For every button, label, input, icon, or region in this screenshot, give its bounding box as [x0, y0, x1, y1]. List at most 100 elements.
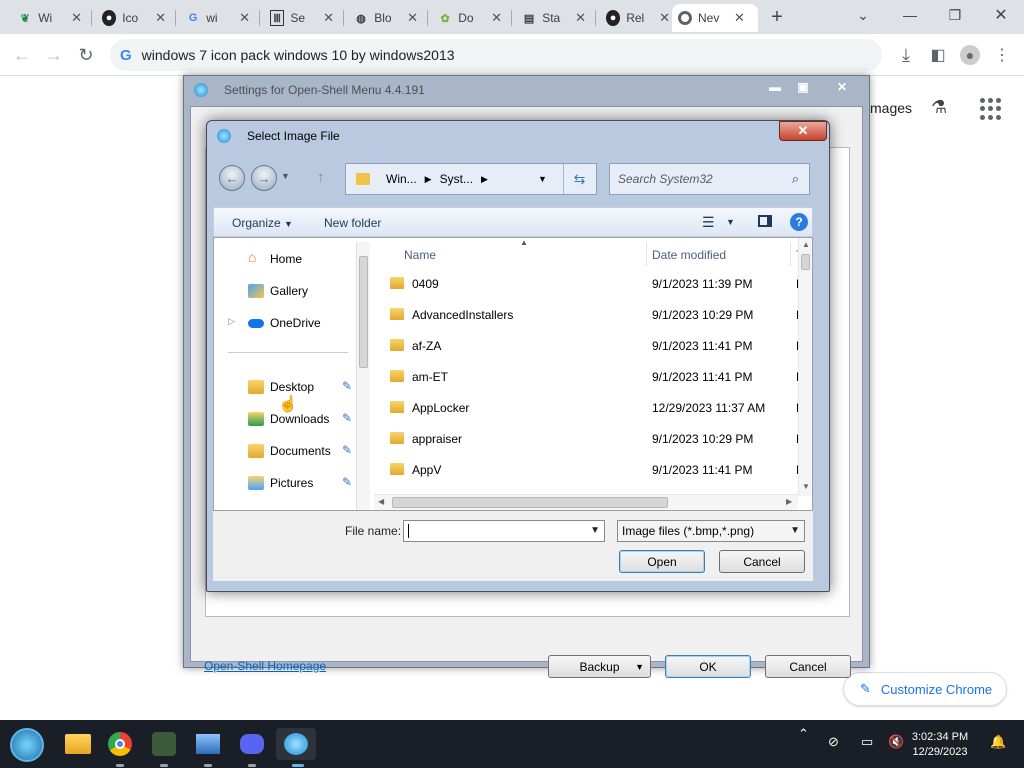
close-icon[interactable]: ✕: [71, 10, 82, 26]
browser-tab[interactable]: Gwi ✕: [180, 4, 256, 32]
browser-tab[interactable]: ❦ Wi ✕: [12, 4, 88, 32]
forward-icon[interactable]: →: [251, 165, 277, 191]
tray-chevron-up-icon[interactable]: ⌃: [798, 726, 809, 742]
open-shell-homepage-link[interactable]: Open-Shell Homepage: [204, 659, 326, 673]
menu-icon[interactable]: ⋮: [990, 43, 1014, 67]
minimize-icon[interactable]: —: [895, 2, 925, 28]
list-item[interactable]: am-ET9/1/2023 11:41 PMFil: [374, 361, 809, 392]
start-button-icon[interactable]: [10, 728, 44, 762]
close-icon[interactable]: ✕: [659, 10, 670, 26]
browser-tab[interactable]: ● Rel ✕: [600, 4, 676, 32]
breadcrumb-system32[interactable]: Syst...: [440, 172, 473, 186]
open-shell-taskbar-icon[interactable]: [276, 728, 316, 760]
window-close-icon[interactable]: ✕: [986, 2, 1016, 28]
close-icon[interactable]: ✕: [575, 10, 586, 26]
browser-tab[interactable]: Ⅲ Se ✕: [264, 4, 340, 32]
close-icon[interactable]: ✕: [491, 10, 502, 26]
view-list-icon[interactable]: ☰: [702, 214, 715, 231]
network-icon[interactable]: ⊘: [828, 734, 839, 750]
close-icon[interactable]: ✕: [323, 10, 334, 26]
settings-minimize-icon[interactable]: ▬: [762, 78, 788, 96]
file-vertical-scrollbar[interactable]: ▲ ▼: [798, 238, 812, 496]
display-icon[interactable]: ▭: [861, 734, 873, 750]
backup-button[interactable]: Backup ▼: [548, 655, 651, 678]
address-bar[interactable]: G windows 7 icon pack windows 10 by wind…: [110, 39, 882, 71]
scroll-thumb[interactable]: [359, 256, 368, 368]
notification-bell-icon[interactable]: 🔔: [990, 734, 1006, 750]
close-icon[interactable]: ✕: [155, 10, 166, 26]
scroll-up-icon[interactable]: ▲: [802, 240, 810, 249]
close-icon[interactable]: ✕: [734, 10, 745, 26]
close-icon[interactable]: ✕: [239, 10, 250, 26]
customize-chrome-button[interactable]: ✎ Customize Chrome: [843, 672, 1007, 706]
apps-grid-icon[interactable]: [980, 98, 1002, 120]
scroll-left-icon[interactable]: ◀: [378, 497, 384, 506]
tab-search-icon[interactable]: ⌄: [848, 2, 878, 28]
scroll-thumb[interactable]: [801, 254, 810, 270]
close-icon[interactable]: ✕: [407, 10, 418, 26]
chevron-down-icon[interactable]: ▼: [726, 217, 735, 227]
preview-pane-icon[interactable]: [758, 215, 772, 227]
up-arrow-icon[interactable]: ↑: [317, 169, 325, 186]
chrome-icon[interactable]: [104, 728, 136, 760]
new-tab-button[interactable]: +: [766, 6, 788, 28]
app-icon[interactable]: [148, 728, 180, 760]
scroll-down-icon[interactable]: ▼: [802, 482, 810, 491]
open-button[interactable]: Open: [619, 550, 705, 573]
list-item[interactable]: af-ZA9/1/2023 11:41 PMFil: [374, 330, 809, 361]
list-item[interactable]: 04099/1/2023 11:39 PMFil: [374, 268, 809, 299]
nav-scrollbar[interactable]: [356, 242, 370, 510]
volume-muted-icon[interactable]: 🔇: [888, 734, 904, 750]
list-item[interactable]: AppLocker12/29/2023 11:37 AMFil: [374, 392, 809, 423]
search-input[interactable]: Search System32 ⌕: [609, 163, 810, 195]
back-icon[interactable]: ←: [10, 43, 34, 67]
browser-tab-active[interactable]: Nev ✕: [672, 4, 758, 32]
expand-arrow-icon[interactable]: ▷: [228, 316, 235, 327]
back-icon[interactable]: ←: [219, 165, 245, 191]
reload-icon[interactable]: ↻: [74, 43, 98, 67]
help-icon[interactable]: ?: [790, 213, 808, 231]
profile-icon[interactable]: ●: [958, 43, 982, 67]
refresh-icon[interactable]: ⇆: [563, 164, 595, 194]
download-icon[interactable]: ⤓: [894, 43, 918, 67]
new-folder-button[interactable]: New folder: [324, 216, 381, 230]
breadcrumb-windows[interactable]: Win...: [386, 172, 417, 186]
list-item[interactable]: AppV9/1/2023 11:41 PMFil: [374, 454, 809, 485]
pin-icon: ✎: [342, 443, 353, 457]
ok-button[interactable]: OK: [665, 655, 751, 678]
taskbar-clock[interactable]: 3:02:34 PM 12/29/2023: [905, 730, 975, 760]
breadcrumb[interactable]: Win... ▶ Syst... ▶ ▼: [345, 163, 597, 195]
dialog-cancel-button[interactable]: Cancel: [719, 550, 805, 573]
recent-locations-chevron-icon[interactable]: ▼: [281, 171, 290, 181]
column-header-date[interactable]: Date modified: [652, 248, 726, 262]
chevron-down-icon[interactable]: ▼: [538, 174, 547, 184]
restore-icon[interactable]: ❐: [940, 2, 970, 28]
labs-flask-icon[interactable]: ⚗: [931, 97, 953, 121]
browser-tab[interactable]: ✿ Do ✕: [432, 4, 508, 32]
photos-icon[interactable]: [192, 728, 224, 760]
list-item[interactable]: AdvancedInstallers9/1/2023 10:29 PMFil: [374, 299, 809, 330]
forward-icon[interactable]: →: [42, 43, 66, 67]
scroll-thumb[interactable]: [392, 497, 668, 508]
discord-icon[interactable]: [236, 728, 268, 760]
chevron-down-icon[interactable]: ▼: [590, 525, 600, 536]
file-explorer-icon[interactable]: [62, 728, 94, 760]
settings-maximize-icon[interactable]: ▣: [790, 78, 816, 96]
organize-menu[interactable]: Organize ▼: [232, 216, 293, 230]
settings-close-icon[interactable]: ✕: [824, 78, 860, 96]
settings-cancel-button[interactable]: Cancel: [765, 655, 851, 678]
images-link[interactable]: mages: [870, 100, 912, 116]
file-horizontal-scrollbar[interactable]: ◀ ▶: [374, 494, 798, 510]
column-header-name[interactable]: Name: [404, 248, 436, 262]
file-type-select[interactable]: Image files (*.bmp,*.png) ▼: [617, 520, 805, 542]
home-icon: ⌂: [248, 249, 257, 265]
scroll-right-icon[interactable]: ▶: [786, 497, 792, 506]
browser-tab[interactable]: ● Ico ✕: [96, 4, 172, 32]
file-name-input[interactable]: ▼: [403, 520, 605, 542]
browser-tab-strip: ❦ Wi ✕ ● Ico ✕ Gwi ✕ Ⅲ Se ✕ ◍ Blo ✕ ✿ Do ✕ ▤ Sta ✕ ● R…: [0, 0, 1024, 34]
browser-tab[interactable]: ◍ Blo ✕: [348, 4, 424, 32]
dialog-close-button[interactable]: ✕: [779, 121, 827, 141]
list-item[interactable]: appraiser9/1/2023 10:29 PMFil: [374, 423, 809, 454]
side-panel-icon[interactable]: ◧: [926, 43, 950, 67]
browser-tab[interactable]: ▤ Sta ✕: [516, 4, 592, 32]
